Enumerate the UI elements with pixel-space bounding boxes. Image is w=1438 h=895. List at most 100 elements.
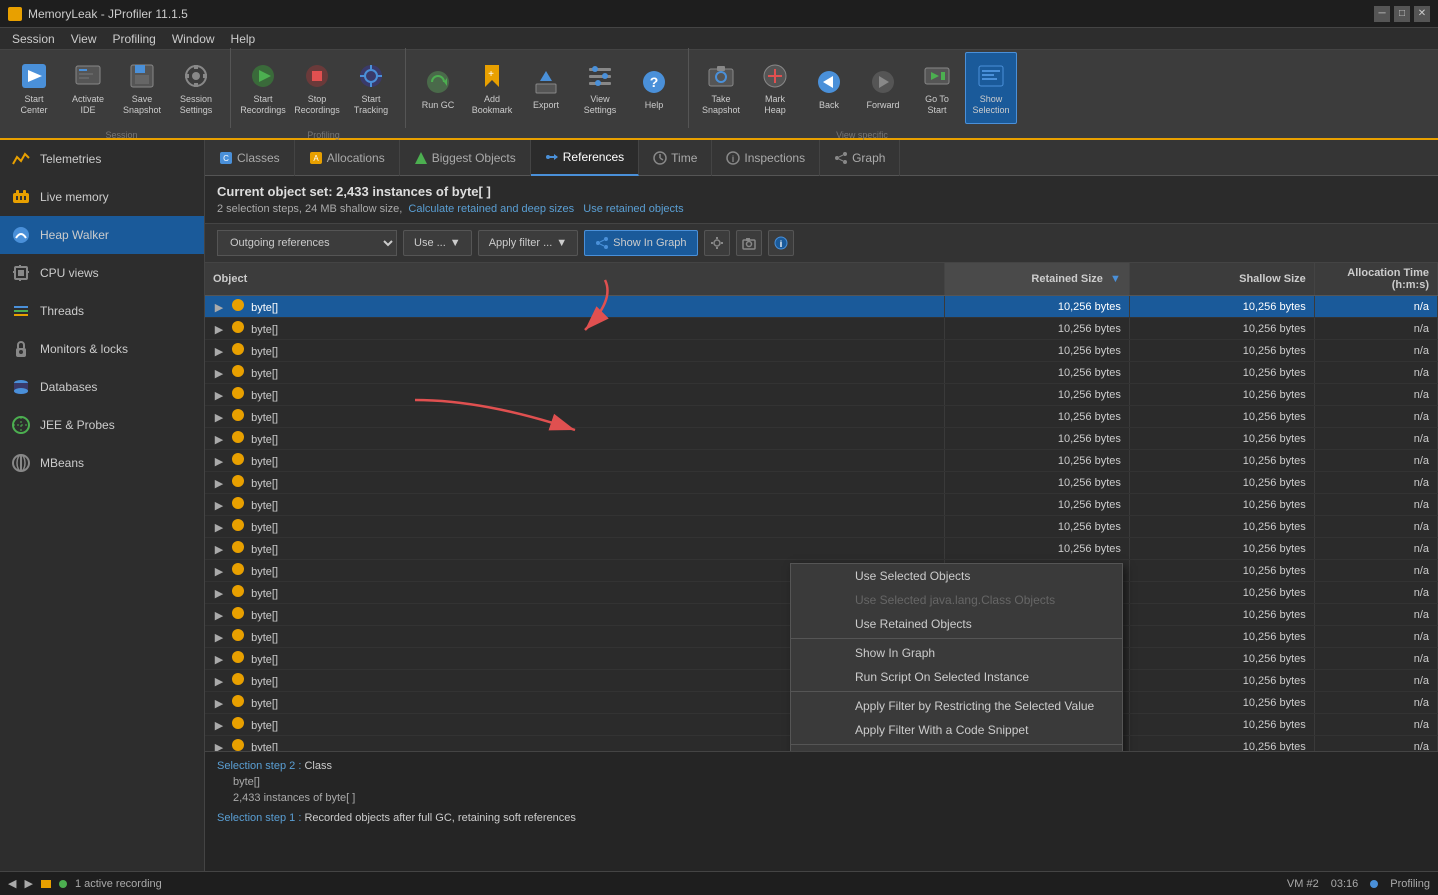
settings-icon-button[interactable] xyxy=(704,230,730,256)
table-row[interactable]: ▶ byte[] 10,256 bytes 10,256 bytes n/a xyxy=(205,538,1438,560)
calculate-retained-link[interactable]: Calculate retained and deep sizes xyxy=(408,203,574,215)
sidebar-item-cpu-views[interactable]: CPU views xyxy=(0,254,204,292)
info-icon-button[interactable]: i xyxy=(768,230,794,256)
take-snapshot-button[interactable]: TakeSnapshot xyxy=(695,52,747,124)
activate-ide-button[interactable]: ActivateIDE xyxy=(62,52,114,124)
selection-step1-link[interactable]: Selection step 1 : xyxy=(217,812,301,824)
title-bar-controls[interactable]: ─ □ ✕ xyxy=(1374,6,1430,22)
stop-recordings-button[interactable]: StopRecordings xyxy=(291,52,343,124)
show-in-graph-button[interactable]: Show In Graph xyxy=(584,230,697,256)
start-recordings-button[interactable]: StartRecordings xyxy=(237,52,289,124)
selection-step2-link[interactable]: Selection step 2 : xyxy=(217,760,301,772)
camera-icon-button[interactable] xyxy=(736,230,762,256)
start-tracking-button[interactable]: StartTracking xyxy=(345,52,397,124)
status-nav-right[interactable]: ▶ xyxy=(24,877,32,890)
expand-icon[interactable]: ▶ xyxy=(213,478,225,490)
expand-icon[interactable]: ▶ xyxy=(213,720,225,732)
sidebar-item-threads[interactable]: Threads xyxy=(0,292,204,330)
table-row[interactable]: ▶ byte[] 10,256 bytes 10,256 bytes n/a xyxy=(205,472,1438,494)
sidebar-item-telemetries[interactable]: Telemetries xyxy=(0,140,204,178)
table-row[interactable]: ▶ byte[] 10,256 bytes 10,256 bytes n/a xyxy=(205,296,1438,318)
sidebar-item-databases[interactable]: Databases xyxy=(0,368,204,406)
table-row[interactable]: ▶ byte[] 10,256 bytes 10,256 bytes n/a xyxy=(205,362,1438,384)
menu-view[interactable]: View xyxy=(63,30,105,48)
context-menu-item[interactable]: Run Script On Selected Instance xyxy=(791,665,1122,689)
save-snapshot-button[interactable]: SaveSnapshot xyxy=(116,52,168,124)
sidebar-item-mbeans[interactable]: MBeans xyxy=(0,444,204,482)
expand-icon[interactable]: ▶ xyxy=(213,368,225,380)
back-button[interactable]: Back xyxy=(803,52,855,124)
table-row[interactable]: ▶ byte[] 10,256 bytes 10,256 bytes n/a xyxy=(205,384,1438,406)
context-menu-item[interactable]: Show In Graph xyxy=(791,641,1122,665)
context-menu-item[interactable]: Use Retained Objects xyxy=(791,612,1122,636)
context-menu-item[interactable]: Apply Filter With a Code Snippet xyxy=(791,718,1122,742)
start-center-button[interactable]: StartCenter xyxy=(8,52,60,124)
col-header-object[interactable]: Object xyxy=(205,263,945,296)
expand-icon[interactable]: ▶ xyxy=(213,654,225,666)
tab-classes[interactable]: C Classes xyxy=(205,140,295,176)
expand-icon[interactable]: ▶ xyxy=(213,434,225,446)
expand-icon[interactable]: ▶ xyxy=(213,390,225,402)
help-button[interactable]: ? Help xyxy=(628,52,680,124)
context-menu-item[interactable]: Show Tree Legend xyxy=(791,747,1122,751)
menu-profiling[interactable]: Profiling xyxy=(105,30,164,48)
forward-button[interactable]: Forward xyxy=(857,52,909,124)
expand-icon[interactable]: ▶ xyxy=(213,324,225,336)
expand-icon[interactable]: ▶ xyxy=(213,588,225,600)
table-row[interactable]: ▶ byte[] 10,256 bytes 10,256 bytes n/a xyxy=(205,516,1438,538)
table-row[interactable]: ▶ byte[] 10,256 bytes 10,256 bytes n/a xyxy=(205,494,1438,516)
expand-icon[interactable]: ▶ xyxy=(213,742,225,752)
show-selection-button[interactable]: ShowSelection xyxy=(965,52,1017,124)
tab-time[interactable]: Time xyxy=(639,140,712,176)
expand-icon[interactable]: ▶ xyxy=(213,346,225,358)
col-header-shallow[interactable]: Shallow Size xyxy=(1129,263,1314,296)
add-bookmark-button[interactable]: + AddBookmark xyxy=(466,52,518,124)
col-header-retained[interactable]: Retained Size ▼ xyxy=(945,263,1130,296)
table-row[interactable]: ▶ byte[] 10,256 bytes 10,256 bytes n/a xyxy=(205,340,1438,362)
col-header-alloc[interactable]: Allocation Time (h:m:s) xyxy=(1314,263,1437,296)
menu-window[interactable]: Window xyxy=(164,30,223,48)
expand-icon[interactable]: ▶ xyxy=(213,456,225,468)
expand-icon[interactable]: ▶ xyxy=(213,412,225,424)
view-settings-button[interactable]: ViewSettings xyxy=(574,52,626,124)
session-settings-button[interactable]: SessionSettings xyxy=(170,52,222,124)
maximize-button[interactable]: □ xyxy=(1394,6,1410,22)
apply-filter-button[interactable]: Apply filter ... ▼ xyxy=(478,230,578,256)
use-retained-link[interactable]: Use retained objects xyxy=(583,203,683,215)
sidebar-item-jee-probes[interactable]: JEE & Probes xyxy=(0,406,204,444)
expand-icon[interactable]: ▶ xyxy=(213,302,225,314)
sidebar-item-live-memory[interactable]: Live memory xyxy=(0,178,204,216)
status-nav-left[interactable]: ◀ xyxy=(8,877,16,890)
run-gc-button[interactable]: Run GC xyxy=(412,52,464,124)
tab-allocations[interactable]: A Allocations xyxy=(295,140,400,176)
expand-icon[interactable]: ▶ xyxy=(213,566,225,578)
mark-heap-button[interactable]: MarkHeap xyxy=(749,52,801,124)
expand-icon[interactable]: ▶ xyxy=(213,500,225,512)
close-button[interactable]: ✕ xyxy=(1414,6,1430,22)
menu-help[interactable]: Help xyxy=(223,30,264,48)
expand-icon[interactable]: ▶ xyxy=(213,698,225,710)
expand-icon[interactable]: ▶ xyxy=(213,544,225,556)
table-row[interactable]: ▶ byte[] 10,256 bytes 10,256 bytes n/a xyxy=(205,406,1438,428)
context-menu-item[interactable]: Use Selected Objects xyxy=(791,564,1122,588)
expand-icon[interactable]: ▶ xyxy=(213,610,225,622)
sidebar-item-monitors-locks[interactable]: Monitors & locks xyxy=(0,330,204,368)
table-row[interactable]: ▶ byte[] 10,256 bytes 10,256 bytes n/a xyxy=(205,428,1438,450)
go-to-start-button[interactable]: Go ToStart xyxy=(911,52,963,124)
expand-icon[interactable]: ▶ xyxy=(213,522,225,534)
expand-icon[interactable]: ▶ xyxy=(213,676,225,688)
tab-graph[interactable]: Graph xyxy=(820,140,900,176)
sidebar-item-heap-walker[interactable]: Heap Walker xyxy=(0,216,204,254)
context-menu-item[interactable]: Apply Filter by Restricting the Selected… xyxy=(791,694,1122,718)
use-button[interactable]: Use ... ▼ xyxy=(403,230,472,256)
table-row[interactable]: ▶ byte[] 10,256 bytes 10,256 bytes n/a xyxy=(205,318,1438,340)
expand-icon[interactable]: ▶ xyxy=(213,632,225,644)
minimize-button[interactable]: ─ xyxy=(1374,6,1390,22)
view-type-select[interactable]: Outgoing references xyxy=(217,230,397,256)
tab-references[interactable]: References xyxy=(531,140,639,176)
tab-biggest-objects[interactable]: Biggest Objects xyxy=(400,140,531,176)
tab-inspections[interactable]: i Inspections xyxy=(712,140,820,176)
export-button[interactable]: Export xyxy=(520,52,572,124)
menu-session[interactable]: Session xyxy=(4,30,63,48)
table-row[interactable]: ▶ byte[] 10,256 bytes 10,256 bytes n/a xyxy=(205,450,1438,472)
